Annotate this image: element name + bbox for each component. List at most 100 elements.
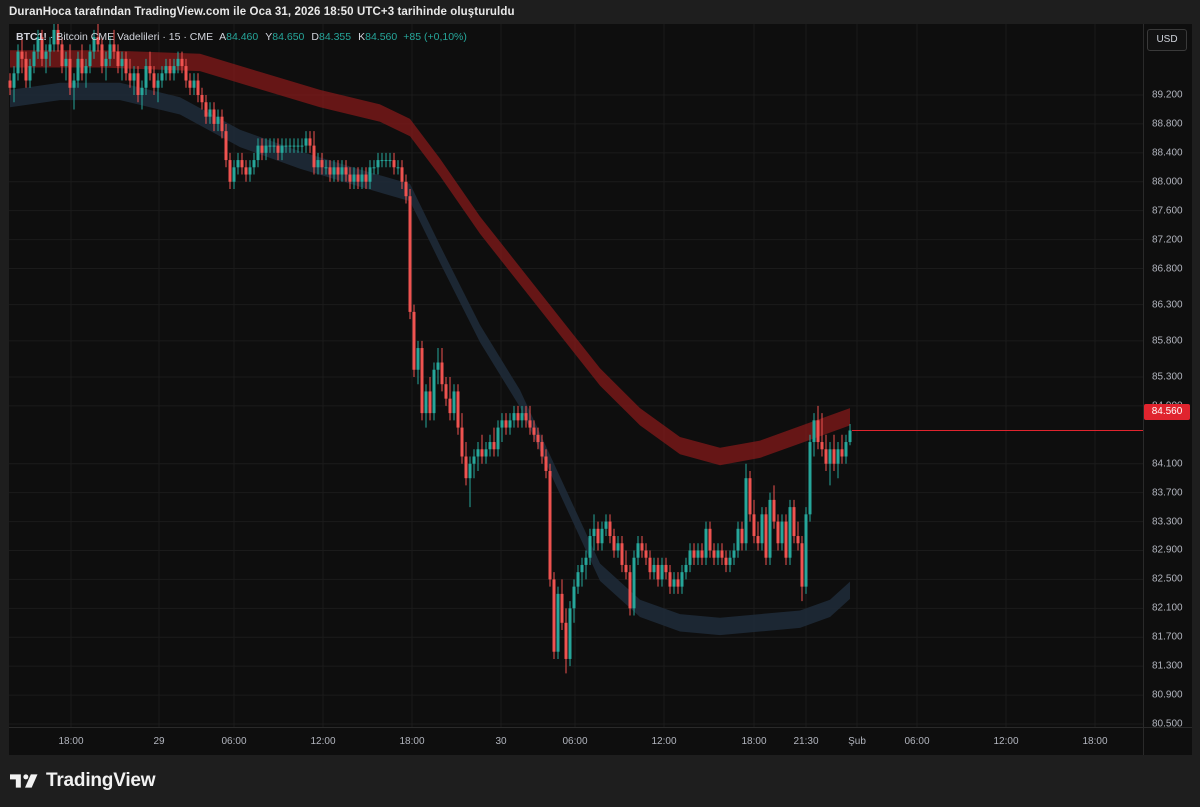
candle: [744, 463, 748, 551]
currency-button[interactable]: USD: [1147, 29, 1187, 51]
candle: [396, 160, 400, 175]
candle: [484, 442, 488, 464]
candle-body: [200, 95, 204, 103]
candle-body: [120, 58, 124, 67]
price-tick-label: 82.100: [1152, 602, 1183, 614]
candle-body: [448, 398, 452, 414]
candle: [824, 434, 828, 471]
candle-body: [160, 73, 164, 81]
candle-body: [324, 167, 328, 169]
candle-body: [796, 536, 800, 544]
candle-body: [88, 51, 92, 67]
high-value: 84.650: [272, 31, 305, 43]
candle-body: [312, 145, 316, 168]
candle-body: [816, 420, 820, 443]
symbol-ticker[interactable]: BTC1!: [16, 31, 47, 43]
candle-body: [328, 167, 332, 175]
candle-body: [644, 550, 648, 558]
price-tick-label: 88.800: [1152, 118, 1183, 130]
candle-body: [720, 550, 724, 558]
price-tick-label: 82.500: [1152, 573, 1183, 585]
candle-body: [68, 58, 72, 88]
open-label: A: [219, 31, 227, 43]
candle-body: [308, 138, 312, 146]
price-tick-label: 86.300: [1152, 299, 1183, 311]
candle-body: [360, 174, 364, 182]
candle-body: [384, 160, 388, 162]
candle-body: [572, 586, 576, 609]
candle-body: [216, 116, 220, 124]
candle-body: [496, 427, 500, 450]
candle-body: [604, 521, 608, 529]
candle-body: [736, 528, 740, 551]
candle: [460, 413, 464, 464]
candle: [512, 405, 516, 428]
candle: [456, 384, 460, 435]
candle: [580, 557, 584, 587]
price-tick-label: 88.000: [1152, 176, 1183, 188]
candle-body: [560, 593, 564, 623]
candle-body: [516, 413, 520, 421]
candle-body: [556, 593, 560, 652]
candle-body: [704, 528, 708, 558]
price-tick-label: 85.800: [1152, 335, 1183, 347]
candle: [408, 188, 412, 320]
candle: [712, 543, 716, 565]
candle-body: [316, 160, 320, 168]
candle: [440, 348, 444, 392]
candle: [192, 73, 196, 95]
candle-body: [660, 564, 664, 580]
candle: [436, 348, 440, 385]
candle-body: [140, 87, 144, 95]
candle-body: [732, 550, 736, 558]
time-tick-label: 06:00: [904, 736, 930, 747]
candle: [300, 138, 304, 153]
time-tick-label: 06:00: [221, 736, 247, 747]
price-tick-label: 85.300: [1152, 371, 1183, 383]
candle: [468, 456, 472, 508]
candle: [692, 543, 696, 565]
price-tick-label: 82.900: [1152, 544, 1183, 556]
candle: [608, 514, 612, 544]
candle-body: [792, 507, 796, 537]
candle: [576, 564, 580, 594]
candle: [392, 152, 396, 175]
candle: [768, 492, 772, 565]
candle-body: [708, 528, 712, 551]
candle: [716, 543, 720, 565]
candle: [236, 152, 240, 175]
candle-body: [420, 348, 424, 414]
candle-body: [132, 73, 136, 81]
candle-body: [744, 478, 748, 544]
candle: [416, 340, 420, 385]
candle-body: [276, 145, 280, 153]
candle-body: [336, 167, 340, 175]
symbol-legend[interactable]: BTC1! · Bitcoin CME Vadelileri · 15 · CM…: [16, 31, 467, 43]
candle-body: [788, 507, 792, 558]
candle: [452, 384, 456, 421]
candle-body: [280, 145, 284, 153]
candle: [200, 87, 204, 110]
candle-body: [272, 145, 276, 147]
candle: [424, 384, 428, 428]
candle-body: [488, 442, 492, 450]
candle: [736, 521, 740, 558]
candle-body: [452, 391, 456, 414]
candle-body: [780, 521, 784, 544]
candle: [708, 521, 712, 558]
price-tick-label: 87.200: [1152, 234, 1183, 246]
tradingview-brand[interactable]: TradingView: [10, 770, 156, 792]
candle: [832, 434, 836, 471]
candle: [720, 543, 724, 565]
last-price-tag: 84.560: [1144, 404, 1190, 420]
candle-body: [252, 160, 256, 168]
candle-body: [492, 442, 496, 450]
price-tick-label: 86.800: [1152, 263, 1183, 275]
candle-body: [848, 430, 852, 443]
candle-body: [16, 51, 20, 74]
candle: [792, 499, 796, 544]
time-tick-label: Şub: [848, 736, 866, 747]
candle-body: [508, 420, 512, 428]
candle-body: [428, 391, 432, 414]
candle-body: [760, 514, 764, 544]
